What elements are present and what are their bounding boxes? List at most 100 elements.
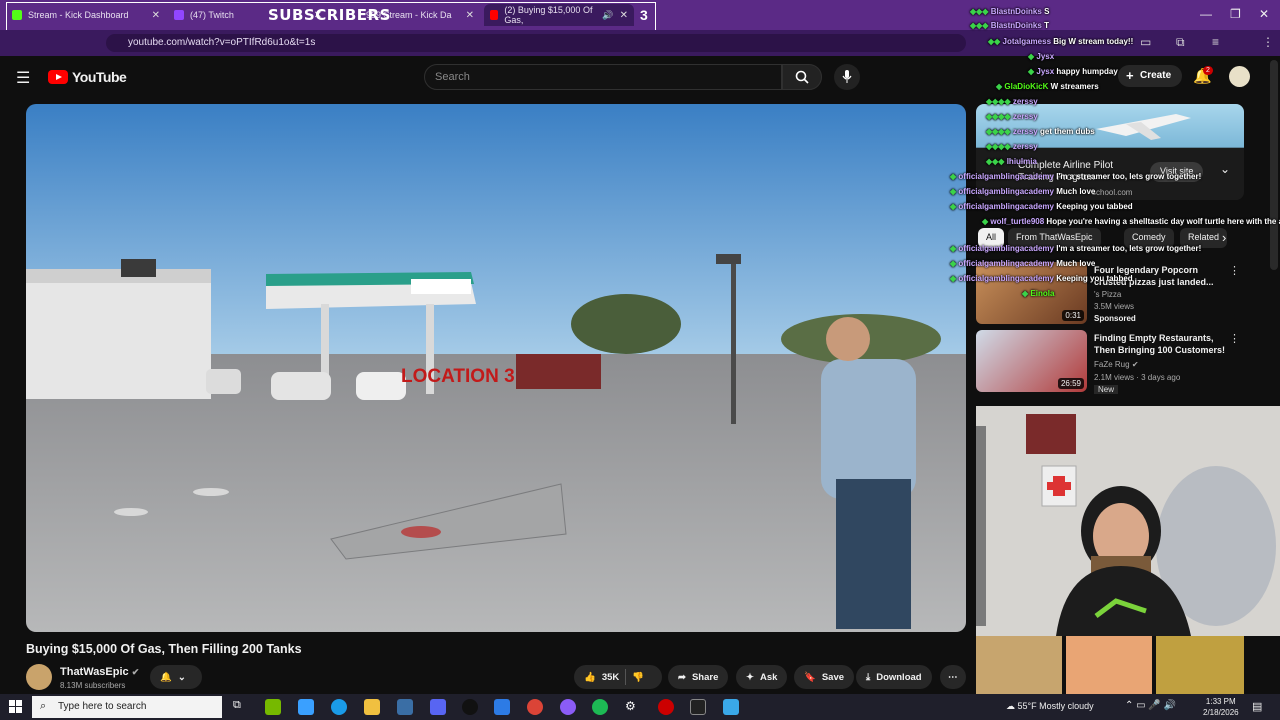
spotify-app-icon[interactable] [592,699,608,715]
cartoon-thumbnail[interactable] [1066,636,1152,694]
windows-start-icon[interactable] [9,700,23,719]
recommended-video-1[interactable]: 0:31 Four legendary Popcorn crusted pizz… [976,262,1244,328]
video-player[interactable]: LOCATION 3 [26,104,966,632]
chrome-app-icon[interactable] [527,699,543,715]
recommended-channel: 's Pizza [1094,290,1122,299]
discord-app-icon[interactable] [430,699,446,715]
chevron-down-icon[interactable]: ⌄ [1220,162,1230,176]
search-placeholder: Search [435,71,470,83]
hamburger-menu-icon[interactable]: ☰ [16,68,30,88]
chat-username: BlastnDoinks [990,7,1042,16]
mail-app-icon[interactable] [494,699,510,715]
extensions-icon[interactable]: ⧉ [1176,35,1185,50]
new-badge: New [1094,385,1119,394]
search-icon: ⌕ [40,700,47,712]
chat-badge-icon: ◆ [950,202,957,211]
tiktok-app-icon[interactable] [462,699,478,715]
chat-badge-icon: ◆ [982,217,989,226]
download-label: Download [876,671,922,683]
like-dislike-group: 👍 35K 👎 [574,665,662,689]
subscribed-bell-button[interactable]: 🔔 ⌄ [150,665,202,689]
taskbar-search-placeholder: Type here to search [58,701,147,712]
clock-date: 2/18/2026 [1203,708,1239,717]
account-avatar[interactable] [1229,66,1250,87]
chat-message: ◆ officialgamblingacademy Keeping you ta… [950,274,1133,283]
share-button[interactable]: ➦ Share [668,665,729,689]
microphone-icon [842,70,852,83]
edge-app-icon[interactable] [331,699,347,715]
chat-message: ◆◆◆◆ zerssy [986,97,1038,106]
chat-username: officialgamblingacademy [958,244,1054,253]
channel-name[interactable]: ThatWasEpic ✔ [60,666,139,678]
cast-icon[interactable]: ▭ [1140,35,1151,49]
recommended-video-2[interactable]: 26:59 Finding Empty Restaurants, Then Br… [976,330,1244,396]
chat-message: ◆◆◆ BlastnDoinks T [970,21,1049,30]
chat-message: ◆◆◆ BlastnDoinks S [970,7,1049,16]
taskbar-clock[interactable]: 1:33 PM 2/18/2026 [1203,696,1239,718]
close-window-icon[interactable]: ✕ [1259,7,1269,21]
search-input[interactable]: Search [424,64,782,90]
task-view-icon[interactable]: ⧉ [233,699,249,715]
create-label: Create [1140,70,1172,81]
chevron-down-icon: ⌄ [177,671,186,683]
chat-badge-icon: ◆◆ [988,37,1001,46]
more-vertical-icon[interactable]: ⋮ [1229,264,1240,277]
system-tray-icons[interactable]: ⌃ ▭ 🎤 🔊 [1125,700,1176,711]
chat-message: ◆◆◆◆ zerssy [986,112,1038,121]
chat-text: I'm a streamer too, lets grow together! [1056,244,1202,253]
more-actions-button[interactable]: ⋯ [940,665,966,689]
bell-icon: 🔔 [160,671,172,683]
chat-message: ◆ wolf_turtle908 Hope you're having a sh… [982,217,1280,226]
url-field[interactable]: youtube.com/watch?v=oPTIfRd6u1o&t=1s [106,34,966,52]
notification-center-icon[interactable]: ▤ [1252,700,1262,713]
chat-text: get them dubs [1040,127,1095,136]
maximize-icon[interactable]: ❐ [1230,7,1241,21]
chat-message: ◆ Jysx [1028,52,1054,61]
save-button[interactable]: 🔖 Save [794,665,855,689]
playlist-icon[interactable]: ≡ [1212,35,1219,49]
cookies-thumbnail[interactable] [976,636,1062,694]
recommended-title[interactable]: Finding Empty Restaurants, Then Bringing… [1094,332,1232,356]
youtube-logo[interactable]: YouTube [48,69,127,85]
chat-username: Jysx [1036,67,1055,76]
chat-text: T [1044,21,1049,30]
copilot-app-icon[interactable] [298,699,314,715]
page-scrollbar[interactable] [1270,60,1278,270]
chat-badge-icon: ◆ [1028,67,1035,76]
obs-app-icon[interactable] [658,699,674,715]
weather-widget[interactable]: ☁ 55°F Mostly cloudy [1006,701,1094,712]
thumbs-up-icon[interactable]: 👍 [584,672,596,683]
youtube-play-logo-icon [48,70,68,84]
voice-search-button[interactable] [834,64,860,90]
clock-time: 1:33 PM [1205,697,1236,706]
chat-text: Keeping you tabbed [1056,274,1133,283]
recommended-channel: FaZe Rug ✔ [1094,360,1139,369]
store-app-icon[interactable] [397,699,413,715]
taskbar-search-input[interactable]: ⌕ Type here to search [32,696,222,718]
chat-username: officialgamblingacademy [958,259,1054,268]
ask-button[interactable]: ✦ Ask [736,665,788,689]
settings-gear-icon[interactable]: ⚙ [625,699,641,715]
chat-badge-icon: ◆ [1022,289,1029,298]
more-vertical-icon[interactable]: ⋮ [1229,332,1240,345]
download-button[interactable]: ⤓ Download [856,665,932,689]
browser-app-icon[interactable] [560,699,576,715]
channel-avatar[interactable] [26,664,52,690]
epic-games-icon[interactable] [690,699,706,715]
chat-username: GlaDioKicK [1004,82,1049,91]
like-count[interactable]: 35K [602,672,619,683]
streamer-webcam-overlay [976,406,1280,636]
file-explorer-icon[interactable] [364,699,380,715]
app-icon[interactable] [723,699,739,715]
chevron-right-icon[interactable]: › [1222,230,1226,245]
menu-kebab-icon[interactable]: ⋮ [1262,35,1274,49]
minimize-icon[interactable]: — [1200,7,1212,21]
search-button[interactable] [782,64,822,90]
create-button[interactable]: + Create [1118,65,1182,87]
video-thumbnail[interactable]: 26:59 [976,330,1087,392]
thumbs-down-icon[interactable]: 👎 [632,672,644,683]
video-title: Buying $15,000 Of Gas, Then Filling 200 … [26,642,302,656]
save-label: Save [821,671,845,683]
nvidia-app-icon[interactable] [265,699,281,715]
reaction-thumbnail[interactable] [1156,636,1244,694]
